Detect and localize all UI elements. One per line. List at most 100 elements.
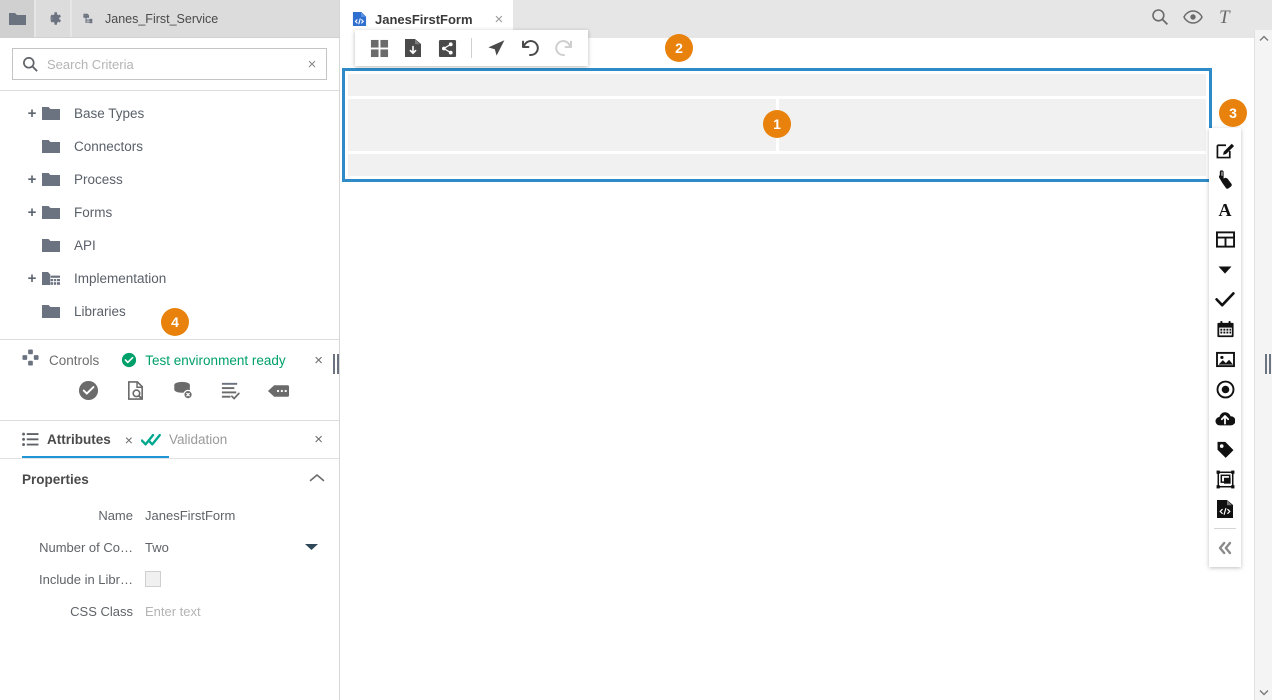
property-row: Include in Libr… (0, 563, 339, 595)
check-circle-icon[interactable] (78, 380, 99, 406)
folder-icon (42, 172, 72, 187)
property-label: Number of Co… (10, 540, 145, 555)
expand-icon[interactable]: + (22, 171, 42, 188)
upload-tool[interactable] (1210, 404, 1240, 434)
edit-tool[interactable] (1210, 134, 1240, 164)
svg-text:T: T (1219, 7, 1231, 26)
folder-icon (42, 106, 72, 121)
gear-icon (45, 10, 62, 27)
tree-item-connectors[interactable]: Connectors (0, 130, 339, 163)
controls-close-button[interactable]: × (310, 352, 327, 369)
image-tool[interactable] (1210, 344, 1240, 374)
attributes-tabbar: Attributes × Validation × (0, 421, 339, 459)
palette-collapse-button[interactable] (1210, 533, 1240, 563)
folder-browse-button[interactable] (0, 0, 34, 37)
tree-item-base-types[interactable]: + Base Types (0, 97, 339, 130)
right-panel-splitter[interactable] (1264, 352, 1272, 376)
active-tab-indicator (22, 456, 169, 458)
dropdown-tool[interactable] (1210, 254, 1240, 284)
radio-tool[interactable] (1210, 374, 1240, 404)
expand-icon[interactable]: + (22, 105, 42, 122)
document-search-icon[interactable] (125, 380, 146, 406)
tree-item-api[interactable]: API (0, 229, 339, 262)
property-label: Name (10, 508, 145, 523)
text-tool[interactable]: A (1210, 194, 1240, 224)
double-check-icon (141, 432, 161, 448)
attributes-panel: Attributes × Validation × Properties (0, 421, 339, 627)
deploy-button[interactable] (482, 34, 510, 62)
tree-item-label: Base Types (72, 106, 144, 121)
code-tool[interactable] (1210, 494, 1240, 524)
date-tool[interactable] (1210, 314, 1240, 344)
share-button[interactable] (433, 34, 461, 62)
form-column-left[interactable] (348, 99, 776, 151)
properties-collapse-button[interactable] (309, 470, 325, 488)
table-tool[interactable] (1210, 224, 1240, 254)
controls-icon (22, 349, 39, 371)
property-label: Include in Libr… (10, 572, 145, 587)
property-value[interactable]: Enter text (145, 604, 319, 619)
controls-panel: Controls Test environment ready × (0, 340, 339, 421)
tree-item-process[interactable]: + Process (0, 163, 339, 196)
controls-icon-row (0, 380, 339, 406)
folder-icon (42, 304, 72, 319)
database-remove-icon[interactable] (172, 380, 194, 406)
expand-icon[interactable]: + (22, 204, 42, 221)
service-tab-label: Janes_First_Service (105, 12, 218, 26)
more-tag-icon[interactable] (267, 383, 290, 404)
tree-item-label: Connectors (72, 139, 143, 154)
left-panel: Janes_First_Service × + Base Types Connect… (0, 0, 340, 700)
checkbox-tool[interactable] (1210, 284, 1240, 314)
property-label: CSS Class (10, 604, 145, 619)
test-environment-status: Test environment ready (121, 352, 285, 368)
service-node-icon (82, 12, 97, 26)
header-icon-group: T (1151, 0, 1234, 38)
form-footer-region[interactable] (348, 154, 1206, 176)
document-tab-close[interactable]: × (495, 11, 504, 28)
search-box[interactable]: × (12, 48, 327, 80)
property-value[interactable]: JanesFirstForm (145, 508, 319, 523)
property-select[interactable]: Two (145, 540, 319, 555)
scroll-down-button[interactable] (1255, 684, 1272, 700)
list-check-icon[interactable] (220, 380, 241, 406)
form-column-right[interactable] (779, 99, 1207, 151)
tree-item-label: Process (72, 172, 123, 187)
checkbox-input[interactable] (145, 571, 161, 587)
settings-button[interactable] (36, 0, 70, 37)
property-checkbox[interactable] (145, 571, 319, 587)
folder-grid-icon (42, 271, 72, 286)
container-tool[interactable] (1210, 464, 1240, 494)
controls-title: Controls (49, 353, 99, 368)
button-tool[interactable] (1210, 164, 1240, 194)
layout-grid-button[interactable] (365, 34, 393, 62)
tab-attributes[interactable]: Attributes (22, 421, 111, 459)
expand-icon[interactable]: + (22, 270, 42, 287)
left-panel-splitter[interactable] (332, 352, 340, 376)
tab-validation-close[interactable]: × (310, 431, 327, 448)
text-format-icon[interactable]: T (1217, 7, 1234, 31)
scroll-up-button[interactable] (1255, 30, 1272, 46)
save-document-button[interactable] (399, 34, 427, 62)
service-tab[interactable]: Janes_First_Service (72, 0, 339, 37)
tab-attributes-close[interactable]: × (125, 432, 133, 448)
tab-validation[interactable]: Validation (141, 421, 227, 459)
search-icon (13, 56, 47, 73)
eye-icon[interactable] (1183, 10, 1203, 29)
controls-header: Controls Test environment ready × (0, 340, 339, 380)
property-value: Two (145, 540, 169, 555)
search-clear-button[interactable]: × (298, 56, 326, 73)
tree-item-implementation[interactable]: +Implementation (0, 262, 339, 295)
form-header-region[interactable] (348, 74, 1206, 96)
undo-button[interactable] (516, 34, 544, 62)
widget-tool-palette: A (1209, 128, 1241, 567)
search-icon[interactable] (1151, 8, 1169, 31)
tree-item-forms[interactable]: +Forms (0, 196, 339, 229)
form-editor-toolbar (355, 30, 588, 66)
tag-tool[interactable] (1210, 434, 1240, 464)
redo-button[interactable] (550, 34, 578, 62)
property-row: Number of Co…Two (0, 531, 339, 563)
folder-icon (9, 12, 26, 26)
search-input[interactable] (47, 57, 298, 72)
chevron-down-icon[interactable] (304, 540, 319, 555)
folder-icon (42, 205, 72, 220)
